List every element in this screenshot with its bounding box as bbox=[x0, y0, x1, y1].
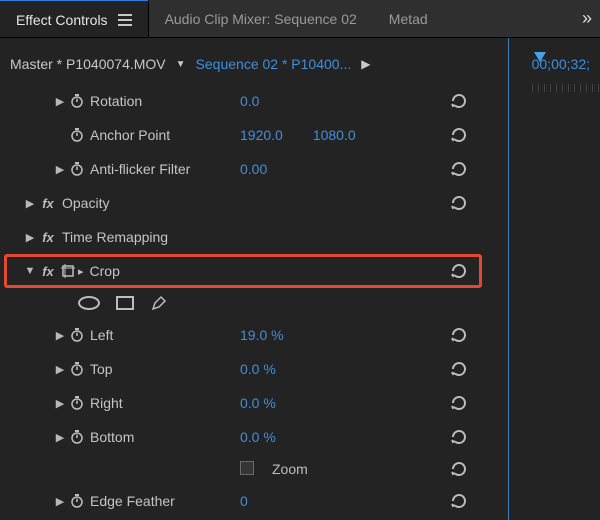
property-crop-zoom: ▶ Zoom bbox=[0, 454, 600, 484]
expand-toggle[interactable]: ▶ bbox=[52, 95, 68, 108]
panel-tabbar: Effect Controls Audio Clip Mixer: Sequen… bbox=[0, 0, 600, 38]
reset-button[interactable] bbox=[445, 393, 473, 413]
property-crop-bottom: ▶ Bottom 0.0 % bbox=[0, 420, 600, 454]
play-icon[interactable]: ▶ bbox=[361, 57, 370, 71]
reset-button[interactable] bbox=[445, 491, 473, 511]
effect-controls-panel: Master * P1040074.MOV ▼ Sequence 02 * P1… bbox=[0, 38, 600, 520]
reset-button[interactable] bbox=[445, 359, 473, 379]
property-label: Anchor Point bbox=[90, 127, 170, 143]
tab-metadata[interactable]: Metad bbox=[373, 0, 444, 37]
expand-toggle[interactable]: ▶ bbox=[52, 495, 68, 508]
fx-badge-icon[interactable]: fx bbox=[38, 264, 58, 279]
reset-button[interactable] bbox=[445, 427, 473, 447]
property-value[interactable]: 0 bbox=[240, 493, 248, 509]
property-label: Bottom bbox=[90, 429, 134, 445]
tab-label: Effect Controls bbox=[16, 12, 108, 28]
stopwatch-icon[interactable] bbox=[68, 394, 86, 412]
tab-audio-clip-mixer[interactable]: Audio Clip Mixer: Sequence 02 bbox=[149, 0, 373, 37]
property-crop-left: ▶ Left 19.0 % bbox=[0, 318, 600, 352]
mask-rectangle-button[interactable] bbox=[116, 296, 134, 310]
reset-button[interactable] bbox=[445, 261, 473, 281]
property-label: Left bbox=[90, 327, 113, 343]
property-crop-edge-feather: ▶ Edge Feather 0 bbox=[0, 484, 600, 518]
expand-toggle[interactable]: ▶ bbox=[52, 163, 68, 176]
expand-toggle[interactable]: ▶ bbox=[52, 329, 68, 342]
property-value[interactable]: 0.0 % bbox=[240, 361, 276, 377]
panel-menu-icon[interactable] bbox=[118, 14, 132, 26]
dropdown-triangle-icon[interactable]: ▼ bbox=[176, 59, 186, 70]
reset-button[interactable] bbox=[445, 459, 473, 479]
property-list: ▶ Rotation 0.0 ▶ Anchor Point 1920.0 108… bbox=[0, 80, 600, 518]
property-value[interactable]: 0.0 bbox=[240, 93, 259, 109]
playhead-icon bbox=[534, 52, 546, 62]
property-crop-right: ▶ Right 0.0 % bbox=[0, 386, 600, 420]
effect-time-remapping: ▶ fx Time Remapping bbox=[0, 220, 600, 254]
effect-opacity: ▶ fx Opacity bbox=[0, 186, 600, 220]
crop-mask-tools bbox=[0, 288, 600, 318]
property-rotation: ▶ Rotation 0.0 bbox=[0, 84, 600, 118]
effect-label: Crop bbox=[90, 263, 120, 279]
expand-toggle[interactable]: ▶ bbox=[52, 431, 68, 444]
property-crop-top: ▶ Top 0.0 % bbox=[0, 352, 600, 386]
stopwatch-icon[interactable] bbox=[68, 360, 86, 378]
property-anchor-point: ▶ Anchor Point 1920.0 1080.0 bbox=[0, 118, 600, 152]
stopwatch-icon[interactable] bbox=[68, 428, 86, 446]
effect-label: Time Remapping bbox=[62, 229, 168, 245]
fx-badge-icon[interactable]: fx bbox=[38, 196, 58, 211]
stopwatch-icon[interactable] bbox=[68, 326, 86, 344]
reset-button[interactable] bbox=[445, 125, 473, 145]
expand-toggle[interactable]: ▶ bbox=[52, 363, 68, 376]
property-value[interactable]: 0.0 % bbox=[240, 429, 276, 445]
property-label: Zoom bbox=[272, 461, 308, 477]
expand-toggle[interactable]: ▶ bbox=[22, 197, 38, 210]
reset-button[interactable] bbox=[445, 91, 473, 111]
clip-header: Master * P1040074.MOV ▼ Sequence 02 * P1… bbox=[0, 38, 600, 80]
chevron-right-double-icon: » bbox=[582, 8, 588, 29]
crop-effect-icon: ▸ bbox=[60, 263, 84, 279]
timecode-display[interactable]: 00;00;32; bbox=[532, 56, 590, 72]
tab-effect-controls[interactable]: Effect Controls bbox=[0, 0, 149, 37]
tab-overflow-button[interactable]: » bbox=[570, 0, 600, 37]
expand-toggle[interactable]: ▼ bbox=[22, 265, 38, 277]
rectangle-icon bbox=[116, 296, 134, 310]
effect-crop: ▼ fx ▸ Crop bbox=[0, 254, 600, 288]
property-value[interactable]: 0.00 bbox=[240, 161, 267, 177]
mask-pen-button[interactable] bbox=[150, 294, 168, 312]
tab-label: Metad bbox=[389, 11, 428, 27]
pen-icon bbox=[150, 294, 168, 312]
master-clip-label[interactable]: Master * P1040074.MOV bbox=[10, 56, 166, 72]
reset-button[interactable] bbox=[445, 193, 473, 213]
stopwatch-icon[interactable] bbox=[68, 492, 86, 510]
property-label: Rotation bbox=[90, 93, 142, 109]
effect-label: Opacity bbox=[62, 195, 109, 211]
expand-toggle[interactable]: ▶ bbox=[52, 397, 68, 410]
anchor-y-value[interactable]: 1080.0 bbox=[313, 127, 356, 143]
property-label: Anti-flicker Filter bbox=[90, 161, 190, 177]
reset-button[interactable] bbox=[445, 325, 473, 345]
ellipse-icon bbox=[78, 296, 100, 310]
property-label: Top bbox=[90, 361, 113, 377]
expand-toggle[interactable]: ▶ bbox=[22, 231, 38, 244]
property-label: Edge Feather bbox=[90, 493, 175, 509]
property-value[interactable]: 0.0 % bbox=[240, 395, 276, 411]
zoom-checkbox[interactable] bbox=[240, 461, 254, 475]
sequence-clip-label[interactable]: Sequence 02 * P10400... bbox=[196, 56, 352, 72]
anchor-x-value[interactable]: 1920.0 bbox=[240, 127, 283, 143]
property-value[interactable]: 19.0 % bbox=[240, 327, 284, 343]
tab-label: Audio Clip Mixer: Sequence 02 bbox=[165, 11, 357, 27]
fx-badge-icon[interactable]: fx bbox=[38, 230, 58, 245]
property-label: Right bbox=[90, 395, 123, 411]
stopwatch-icon[interactable] bbox=[68, 126, 86, 144]
reset-button[interactable] bbox=[445, 159, 473, 179]
property-anti-flicker: ▶ Anti-flicker Filter 0.00 bbox=[0, 152, 600, 186]
stopwatch-icon[interactable] bbox=[68, 92, 86, 110]
mask-ellipse-button[interactable] bbox=[78, 296, 100, 310]
stopwatch-icon[interactable] bbox=[68, 160, 86, 178]
